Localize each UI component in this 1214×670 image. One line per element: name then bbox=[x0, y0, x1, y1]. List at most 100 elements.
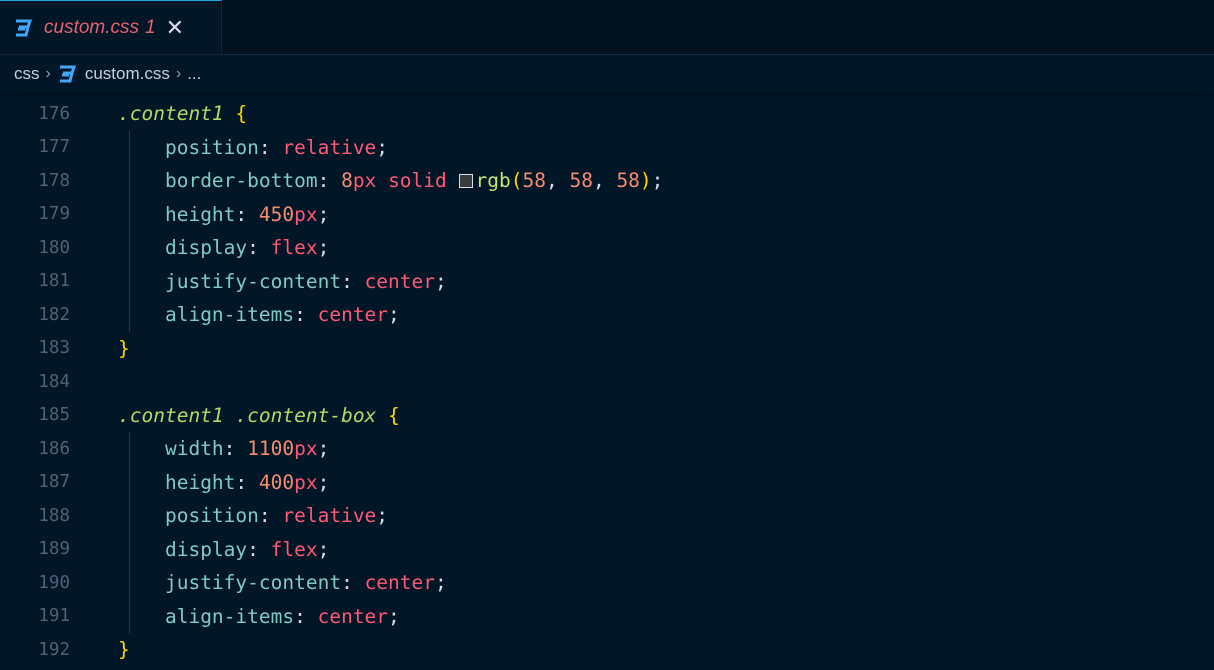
code-line[interactable]: 192} bbox=[0, 633, 1214, 667]
colon: : bbox=[223, 437, 248, 461]
css-property: border-bottom bbox=[164, 169, 318, 193]
code-line[interactable]: 188 position: relative; bbox=[0, 499, 1214, 533]
breadcrumb-file[interactable]: custom.css bbox=[85, 64, 170, 84]
code-content: width: 1100px; bbox=[118, 437, 329, 460]
line-number: 177 bbox=[38, 137, 70, 158]
code-content: display: flex; bbox=[118, 236, 329, 259]
code-content: .content1 { bbox=[118, 102, 247, 125]
semicolon: ; bbox=[388, 303, 400, 327]
line-number: 184 bbox=[38, 371, 70, 392]
close-brace: } bbox=[118, 336, 130, 360]
breadcrumb-separator: › bbox=[175, 65, 182, 82]
close-icon[interactable]: ✕ bbox=[166, 16, 184, 39]
code-line[interactable]: 186 width: 1100px; bbox=[0, 432, 1214, 466]
code-line[interactable]: 193 bbox=[0, 667, 1214, 670]
comma: , bbox=[545, 169, 570, 193]
css-property: position bbox=[164, 504, 259, 528]
colon: : bbox=[235, 202, 259, 226]
tab-custom-css[interactable]: custom.css 1 ✕ bbox=[0, 0, 222, 54]
css-number: 1100 bbox=[247, 437, 295, 461]
line-number: 186 bbox=[38, 438, 70, 459]
css-property: display bbox=[164, 236, 248, 260]
line-number: 180 bbox=[38, 237, 70, 258]
code-line[interactable]: 184 bbox=[0, 365, 1214, 399]
css-value: center bbox=[364, 571, 436, 595]
css-number: 450 bbox=[258, 202, 295, 226]
css-property: height bbox=[164, 202, 236, 226]
breadcrumb-folder-css[interactable]: css bbox=[14, 64, 40, 84]
paren: ) bbox=[639, 169, 652, 193]
semicolon: ; bbox=[376, 504, 389, 528]
css-value: center bbox=[317, 604, 389, 628]
css-property: display bbox=[164, 537, 248, 561]
code-line[interactable]: 176 .content1 { bbox=[0, 97, 1214, 131]
semicolon: ; bbox=[317, 470, 330, 494]
code-line[interactable]: 178 border-bottom: 8px solid rgb(58, 58,… bbox=[0, 164, 1214, 198]
code-line[interactable]: 190 justify-content: center; bbox=[0, 566, 1214, 600]
code-editor[interactable]: 176 .content1 {177 position: relative; 178… bbox=[0, 93, 1214, 670]
css-value: flex bbox=[270, 537, 318, 561]
code-line[interactable]: 191 align-items: center; bbox=[0, 599, 1214, 633]
line-number: 176 bbox=[38, 103, 70, 124]
css-unit: px bbox=[294, 470, 318, 494]
colon: : bbox=[247, 236, 271, 260]
line-number: 178 bbox=[38, 170, 70, 191]
line-number: 189 bbox=[38, 539, 70, 560]
css-unit: px bbox=[294, 437, 318, 461]
code-line[interactable]: 179 height: 450px; bbox=[0, 197, 1214, 231]
code-content: display: flex; bbox=[118, 538, 329, 561]
semicolon: ; bbox=[376, 135, 389, 159]
code-line[interactable]: 177 position: relative; bbox=[0, 130, 1214, 164]
code-content: height: 400px; bbox=[118, 471, 329, 494]
semicolon: ; bbox=[435, 571, 447, 595]
semicolon: ; bbox=[388, 604, 400, 628]
code-content: justify-content: center; bbox=[118, 571, 447, 594]
colon: : bbox=[341, 269, 365, 293]
open-brace: { bbox=[223, 102, 248, 126]
css-property: position bbox=[164, 135, 259, 159]
css-property: align-items bbox=[164, 604, 295, 628]
line-number: 185 bbox=[38, 405, 70, 426]
code-line[interactable]: 182 align-items: center; bbox=[0, 298, 1214, 332]
code-line[interactable]: 185 .content1 .content-box { bbox=[0, 399, 1214, 433]
css3-icon bbox=[12, 17, 34, 39]
code-content: align-items: center; bbox=[118, 303, 400, 326]
css-unit: px bbox=[294, 202, 318, 226]
line-number: 182 bbox=[38, 304, 70, 325]
line-number: 181 bbox=[38, 271, 70, 292]
css-function: rgb bbox=[475, 169, 511, 193]
colon: : bbox=[258, 504, 283, 528]
css-selector: .content1 bbox=[118, 102, 224, 126]
code-content: .content1 .content-box { bbox=[118, 404, 400, 427]
semicolon: ; bbox=[317, 537, 330, 561]
breadcrumb-separator: › bbox=[45, 65, 51, 82]
code-line[interactable]: 187 height: 400px; bbox=[0, 465, 1214, 499]
code-line[interactable]: 183} bbox=[0, 332, 1214, 366]
css-property: justify-content bbox=[164, 269, 342, 293]
code-line[interactable]: 189 display: flex; bbox=[0, 532, 1214, 566]
css-value: solid bbox=[388, 169, 447, 193]
color-swatch[interactable] bbox=[458, 174, 473, 189]
css-value: relative bbox=[282, 135, 377, 159]
code-content: position: relative; bbox=[118, 136, 388, 159]
semicolon: ; bbox=[651, 169, 664, 193]
code-content: align-items: center; bbox=[118, 605, 400, 628]
line-number: 190 bbox=[38, 572, 70, 593]
code-content: border-bottom: 8px solid rgb(58, 58, 58)… bbox=[118, 169, 663, 192]
css-value: center bbox=[364, 269, 436, 293]
code-content: justify-content: center; bbox=[118, 270, 447, 293]
code-line[interactable]: 181 justify-content: center; bbox=[0, 264, 1214, 298]
tab-bar: custom.css 1 ✕ bbox=[0, 0, 1214, 55]
breadcrumb-more[interactable]: ... bbox=[187, 64, 201, 84]
paren: ( bbox=[510, 169, 523, 193]
code-line[interactable]: 180 display: flex; bbox=[0, 231, 1214, 265]
